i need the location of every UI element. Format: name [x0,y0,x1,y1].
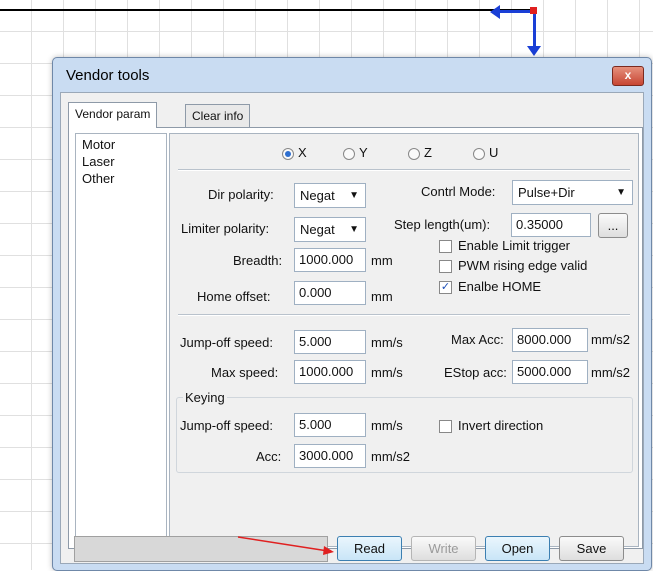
sidebar-item-motor[interactable]: Motor [82,137,115,152]
keying-acc-unit: mm/s2 [371,449,410,464]
vendor-tools-dialog: Vendor tools x Vendor param Clear info M… [52,57,652,571]
jump-off-speed-input[interactable]: 5.000 [294,330,366,354]
estop-acc-label: EStop acc: [444,365,507,380]
annotation-arrow-icon [237,536,334,555]
pwm-rising-edge-checkbox[interactable] [439,260,452,273]
control-mode-select[interactable]: Pulse+Dir ▼ [512,180,633,205]
axis-z-label: Z [424,145,432,160]
home-offset-label: Home offset: [197,289,271,304]
enable-home-label: Enalbe HOME [458,279,542,294]
step-length-browse-button[interactable]: ... [598,213,628,238]
control-mode-value: Pulse+Dir [518,185,575,200]
invert-direction-label: Invert direction [458,418,544,433]
breadth-label: Breadth: [233,253,283,268]
pwm-rising-edge-label: PWM rising edge valid [458,258,588,273]
vendor-param-panel: Motor Laser Other X Y Z U Dir polarity: … [68,127,643,549]
max-acc-label: Max Acc: [451,332,504,347]
enable-limit-trigger-checkbox[interactable] [439,240,452,253]
breadth-unit: mm [371,253,393,268]
dir-polarity-value: Negat [300,188,335,203]
axis-x-radio[interactable] [282,148,294,160]
axis-x-label: X [298,145,307,160]
y-axis-marker [533,10,536,50]
keying-acc-label: Acc: [256,449,282,464]
limiter-polarity-value: Negat [300,222,335,237]
divider [178,314,630,316]
max-speed-label: Max speed: [211,365,279,380]
category-list[interactable]: Motor Laser Other [75,133,167,547]
max-speed-unit: mm/s [371,365,403,380]
open-button[interactable]: Open [485,536,550,561]
dialog-titlebar[interactable]: Vendor tools x [53,58,651,92]
x-axis-arrow-icon [490,5,500,19]
control-mode-label: Contrl Mode: [421,184,496,199]
limiter-polarity-select[interactable]: Negat ▼ [294,217,366,242]
step-length-label: Step length(um): [394,217,491,232]
enable-limit-trigger-label: Enable Limit trigger [458,238,570,253]
limiter-polarity-label: Limiter polarity: [181,221,270,236]
estop-acc-unit: mm/s2 [591,365,630,380]
keying-group-title: Keying [183,390,227,405]
x-axis-marker [498,10,534,13]
step-length-input[interactable]: 0.35000 [511,213,591,237]
chevron-down-icon: ▼ [349,224,359,235]
home-offset-input[interactable]: 0.000 [294,281,366,305]
axis-y-label: Y [359,145,368,160]
canvas-boundary-line [0,9,533,11]
save-button[interactable]: Save [559,536,624,561]
keying-jump-off-speed-input[interactable]: 5.000 [294,413,366,437]
axis-u-radio[interactable] [473,148,485,160]
origin-marker [530,7,537,14]
read-button[interactable]: Read [337,536,402,561]
divider [178,169,630,171]
jump-off-speed-label: Jump-off speed: [180,335,273,350]
max-acc-input[interactable]: 8000.000 [512,328,588,352]
dir-polarity-label: Dir polarity: [208,187,274,202]
axis-z-radio[interactable] [408,148,420,160]
chevron-down-icon: ▼ [616,187,626,198]
keying-jump-off-speed-unit: mm/s [371,418,403,433]
invert-direction-checkbox[interactable] [439,420,452,433]
y-axis-arrow-icon [527,46,541,56]
jump-off-speed-unit: mm/s [371,335,403,350]
tab-vendor-param[interactable]: Vendor param [68,102,158,128]
max-speed-input[interactable]: 1000.000 [294,360,366,384]
home-offset-unit: mm [371,289,393,304]
axis-y-radio[interactable] [343,148,355,160]
write-button[interactable]: Write [411,536,476,561]
tab-clear-info[interactable]: Clear info [185,104,251,128]
motor-params: X Y Z U Dir polarity: Negat ▼ Contrl Mode… [169,133,639,547]
keying-jump-off-speed-label: Jump-off speed: [180,418,273,433]
sidebar-item-other[interactable]: Other [82,171,115,186]
breadth-input[interactable]: 1000.000 [294,248,366,272]
max-acc-unit: mm/s2 [591,332,630,347]
axis-u-label: U [489,145,499,160]
sidebar-item-laser[interactable]: Laser [82,154,115,169]
close-button[interactable]: x [612,66,644,86]
chevron-down-icon: ▼ [349,190,359,201]
dir-polarity-select[interactable]: Negat ▼ [294,183,366,208]
dialog-title: Vendor tools [66,67,150,84]
estop-acc-input[interactable]: 5000.000 [512,360,588,384]
enable-home-checkbox[interactable]: ✓ [439,281,452,294]
keying-acc-input[interactable]: 3000.000 [294,444,366,468]
dialog-client-area: Vendor param Clear info Motor Laser Othe… [60,92,644,564]
close-icon: x [624,68,632,82]
